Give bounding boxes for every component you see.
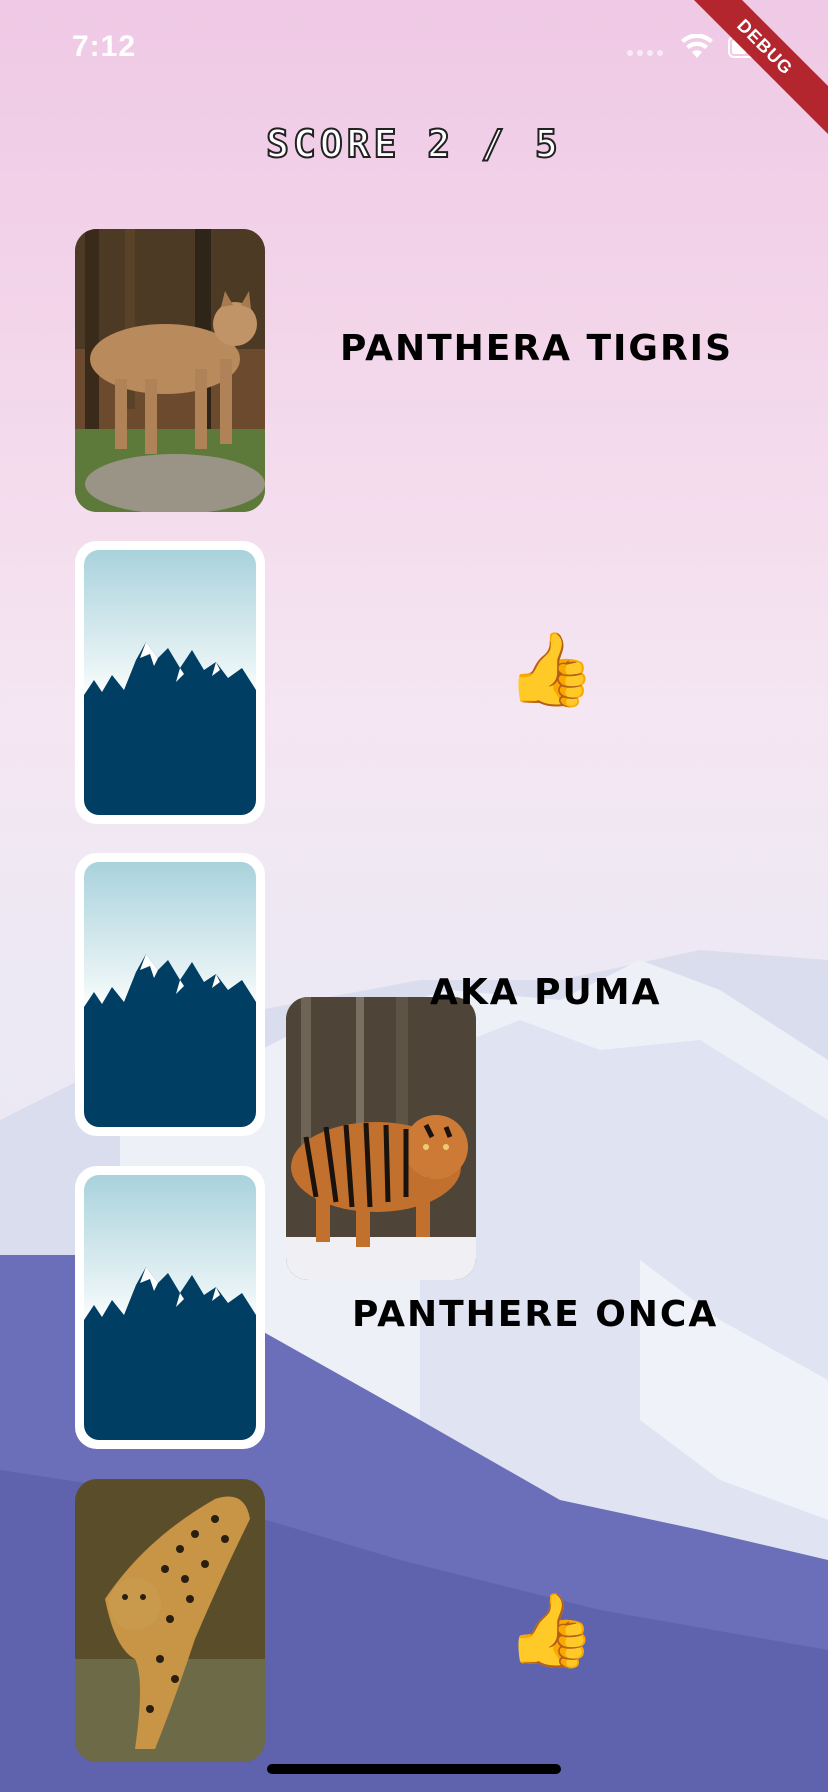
mountain-card-back-icon (84, 642, 256, 815)
score-title: SCORE 2 / 5 (265, 121, 562, 167)
home-indicator (267, 1764, 561, 1774)
mountain-card-back-icon (84, 954, 256, 1127)
status-bar: 7:12 (0, 0, 828, 100)
mountain-card-back-icon (84, 1267, 256, 1440)
status-time: 7:12 (72, 30, 137, 63)
thumbs-up-icon: 👍 (506, 627, 596, 711)
dragging-card-tiger[interactable] (286, 997, 476, 1280)
species-label-aka-puma[interactable]: AKA PUMA (430, 972, 661, 1013)
jaguar-image (75, 1479, 265, 1762)
species-label-panthere-onca[interactable]: PANTHERE ONCA (352, 1294, 718, 1335)
signal-icon (627, 50, 663, 56)
species-label-panthera-tigris[interactable]: PANTHERA TIGRIS (340, 328, 733, 369)
card-hidden[interactable] (75, 1166, 265, 1449)
card-hidden[interactable] (75, 853, 265, 1136)
thumbs-up-icon: 👍 (506, 1588, 596, 1672)
tiger-image (286, 997, 476, 1280)
card-puma[interactable] (75, 229, 265, 512)
card-hidden[interactable] (75, 541, 265, 824)
puma-image (75, 229, 265, 512)
wifi-icon (681, 34, 713, 58)
card-jaguar[interactable] (75, 1479, 265, 1762)
